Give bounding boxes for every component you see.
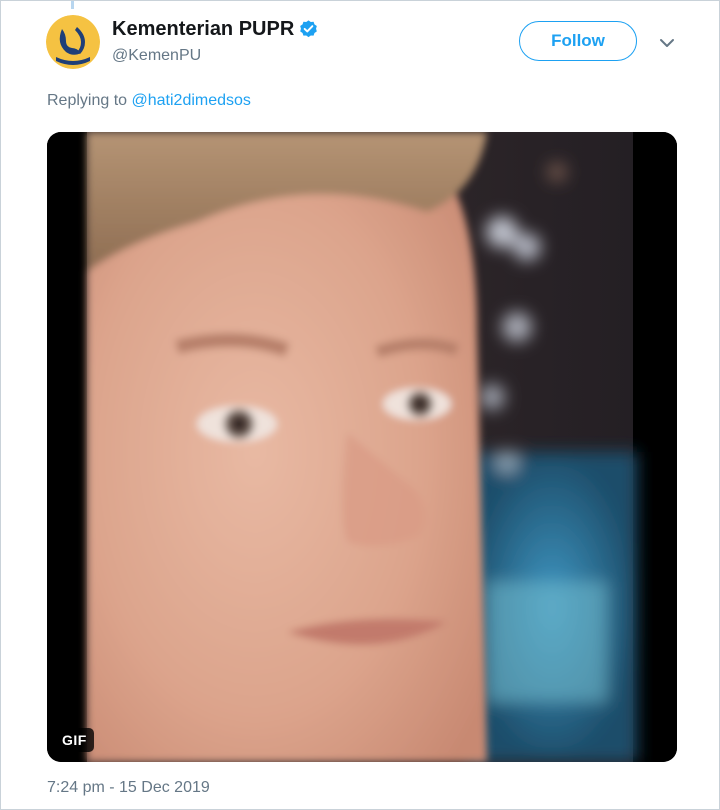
gif-frame-image	[47, 132, 677, 762]
thread-connector-line	[71, 1, 74, 9]
reply-mention-link[interactable]: @hati2dimedsos	[132, 92, 251, 109]
replying-to-line: Replying to @hati2dimedsos	[47, 92, 251, 110]
verified-badge-icon	[300, 20, 317, 38]
avatar[interactable]	[46, 15, 100, 69]
account-handle[interactable]: @KemenPU	[112, 47, 201, 65]
replying-to-label: Replying to	[47, 92, 128, 109]
display-name[interactable]: Kementerian PUPR	[112, 18, 294, 41]
kemenpu-logo-icon	[46, 15, 100, 69]
tweet-timestamp[interactable]: 7:24 pm - 15 Dec 2019	[47, 779, 210, 797]
gif-badge: GIF	[55, 728, 94, 752]
gif-media[interactable]	[47, 132, 677, 762]
chevron-down-icon[interactable]	[657, 33, 677, 53]
follow-button[interactable]: Follow	[519, 21, 637, 61]
tweet-card: Kementerian PUPR @KemenPU Follow Replyin…	[0, 0, 720, 810]
